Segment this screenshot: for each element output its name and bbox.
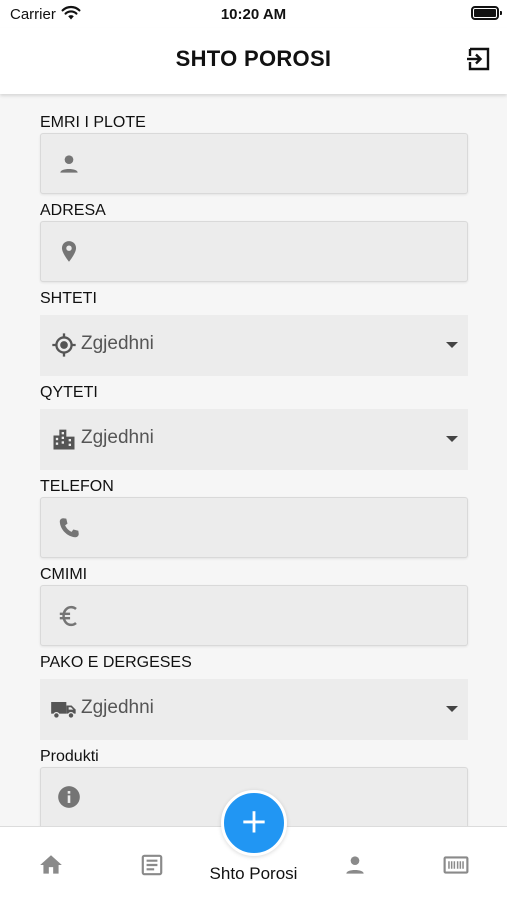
app-header: SHTO POROSI	[0, 28, 507, 94]
chevron-down-icon	[446, 342, 458, 348]
info-icon	[56, 784, 82, 810]
price-label: CMIMI	[40, 566, 88, 583]
euro-icon	[56, 603, 82, 629]
city-selected: Zgjedhni	[81, 427, 154, 448]
delivery-package-label: PAKO E DERGESES	[40, 654, 192, 671]
delivery-package-select[interactable]: Zgjedhni	[40, 679, 468, 740]
person-icon	[56, 151, 82, 177]
product-label: Produkti	[40, 748, 99, 765]
chevron-down-icon	[446, 706, 458, 712]
phone-icon	[56, 515, 82, 541]
clock: 10:20 AM	[220, 6, 287, 23]
country-selected: Zgjedhni	[81, 333, 154, 354]
status-bar: Carrier 10:20 AM	[0, 0, 507, 28]
full-name-field[interactable]	[40, 133, 468, 194]
phone-label: TELEFON	[40, 478, 114, 495]
phone-field[interactable]	[40, 497, 468, 558]
battery-icon	[471, 6, 502, 20]
full-name-label: EMRI I PLOTE	[40, 114, 146, 131]
address-field[interactable]	[40, 221, 468, 282]
country-label: SHTETI	[40, 290, 97, 307]
location-pin-icon	[56, 239, 82, 265]
plus-icon: +	[239, 801, 269, 842]
country-select[interactable]: Zgjedhni	[40, 315, 468, 376]
logout-icon[interactable]	[465, 45, 493, 73]
chevron-down-icon	[446, 436, 458, 442]
price-field[interactable]	[40, 585, 468, 646]
add-order-label[interactable]: Shto Porosi	[0, 864, 507, 884]
page-title: SHTO POROSI	[175, 46, 332, 71]
add-order-button[interactable]: +	[221, 790, 287, 856]
truck-icon	[50, 695, 78, 723]
city-label: QYTETI	[40, 384, 98, 401]
gps-target-icon	[50, 331, 78, 359]
city-icon	[50, 425, 78, 453]
delivery-package-selected: Zgjedhni	[81, 697, 154, 718]
order-form: EMRI I PLOTE ADRESA SHTETI Zgjedhni QYTE…	[0, 94, 507, 826]
address-label: ADRESA	[40, 202, 106, 219]
city-select[interactable]: Zgjedhni	[40, 409, 468, 470]
